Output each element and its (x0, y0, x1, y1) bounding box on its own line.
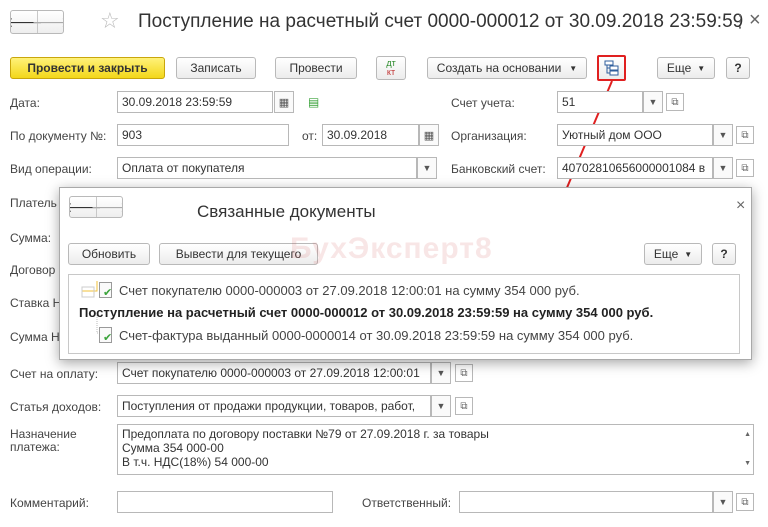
purpose-line: Сумма 354 000-00 (122, 441, 224, 455)
sum-label: Сумма: (10, 231, 52, 245)
open-icon[interactable]: ⧉ (455, 364, 473, 382)
tree-row-text: Счет-фактура выданный 0000-0000014 от 30… (119, 328, 634, 343)
more-label: Еще (653, 247, 679, 261)
comment-field[interactable] (117, 491, 333, 513)
tree-row-current-receipt[interactable]: Поступление на расчетный счет 0000-00001… (79, 305, 653, 320)
organization-label: Организация: (451, 129, 527, 143)
account-label: Счет учета: (451, 96, 515, 110)
operation-type-field[interactable]: Оплата от покупателя (117, 157, 417, 179)
bank-account-label: Банковский счет: (451, 162, 546, 176)
refresh-button[interactable]: Обновить (68, 243, 150, 265)
dialog-history-nav: 🡐 🡒 (69, 196, 123, 218)
income-item-label: Статья доходов: (10, 400, 102, 414)
watermark-logo: БухЭксперт8 (290, 232, 493, 265)
dialog-more-button[interactable]: Еще ▼ (644, 243, 702, 265)
tree-row-text: Счет покупателю 0000-000003 от 27.09.201… (119, 283, 580, 298)
account-dropdown[interactable]: ▼ (643, 91, 663, 113)
from-date-field[interactable]: 30.09.2018 (322, 124, 419, 146)
chevron-down-icon: ▼ (684, 249, 693, 259)
number-list-icon[interactable]: ▤ (308, 95, 319, 109)
contract-label: Договор (10, 263, 56, 277)
organization-field[interactable]: Уютный дом ООО (557, 124, 713, 146)
income-item-dropdown[interactable]: ▼ (431, 395, 451, 417)
invoice-field[interactable]: Счет покупателю 0000-000003 от 27.09.201… (117, 362, 431, 384)
forward-arrow-icon[interactable]: 🡒 (91, 197, 122, 217)
payment-purpose-textarea[interactable]: Предоплата по договору поставки №79 от 2… (117, 424, 754, 475)
scroll-down-icon[interactable]: ▼ (744, 457, 751, 471)
related-documents-dialog: 🡐 🡒 Связанные документы × Обновить Вывес… (59, 187, 752, 360)
operation-type-label: Вид операции: (10, 162, 92, 176)
date-label: Дата: (10, 96, 40, 110)
open-icon[interactable]: ⧉ (736, 493, 754, 511)
purpose-label-line-1: Назначение (10, 427, 77, 441)
vat-rate-label: Ставка Н (10, 296, 62, 310)
purpose-line: Предоплата по договору поставки №79 от 2… (122, 427, 489, 441)
tree-row-text: Поступление на расчетный счет 0000-00001… (79, 305, 654, 320)
scroll-up-icon[interactable]: ▲ (744, 428, 751, 442)
dialog-close-icon[interactable]: × (736, 197, 745, 215)
open-icon[interactable]: ⧉ (736, 159, 754, 177)
calendar-button[interactable]: ▦ (274, 91, 294, 113)
responsible-dropdown[interactable]: ▼ (713, 491, 733, 513)
account-field[interactable]: 51 (557, 91, 643, 113)
doc-number-field[interactable]: 903 (117, 124, 289, 146)
dialog-title: Связанные документы (197, 202, 376, 221)
documents-tree: Счет покупателю 0000-000003 от 27.09.201… (68, 274, 740, 354)
document-posted-icon (99, 282, 113, 299)
bank-account-dropdown[interactable]: ▼ (713, 157, 733, 179)
from-date-label: от: (302, 129, 318, 143)
open-icon[interactable]: ⧉ (666, 93, 684, 111)
bank-account-field[interactable]: 40702810656000001084 в (557, 157, 713, 179)
responsible-field[interactable] (459, 491, 713, 513)
responsible-label: Ответственный: (362, 496, 452, 510)
comment-label: Комментарий: (10, 496, 89, 510)
purpose-line: В т.ч. НДС(18%) 54 000-00 (122, 455, 269, 469)
payer-label: Платель (10, 196, 57, 210)
vat-sum-label: Сумма Н (10, 330, 60, 344)
tree-row-issued-invoice[interactable]: Счет-фактура выданный 0000-0000014 от 30… (99, 327, 633, 344)
dialog-help-button[interactable]: ? (712, 243, 736, 265)
open-icon[interactable]: ⧉ (736, 126, 754, 144)
purpose-label-line-2: платежа: (10, 440, 60, 454)
invoice-label: Счет на оплату: (10, 367, 99, 381)
doc-number-label: По документу №: (10, 129, 107, 143)
date-field[interactable]: 30.09.2018 23:59:59 (117, 91, 273, 113)
invoice-dropdown[interactable]: ▼ (431, 362, 451, 384)
operation-type-dropdown[interactable]: ▼ (417, 157, 437, 179)
open-icon[interactable]: ⧉ (455, 397, 473, 415)
organization-dropdown[interactable]: ▼ (713, 124, 733, 146)
document-posted-icon (99, 327, 113, 344)
calendar-icon: ▦ (278, 96, 290, 109)
tree-row-invoice-to-buyer[interactable]: Счет покупателю 0000-000003 от 27.09.201… (99, 282, 580, 299)
calendar-icon: ▦ (423, 129, 435, 142)
calendar-button[interactable]: ▦ (419, 124, 439, 146)
income-item-field[interactable]: Поступления от продажи продукции, товаро… (117, 395, 431, 417)
